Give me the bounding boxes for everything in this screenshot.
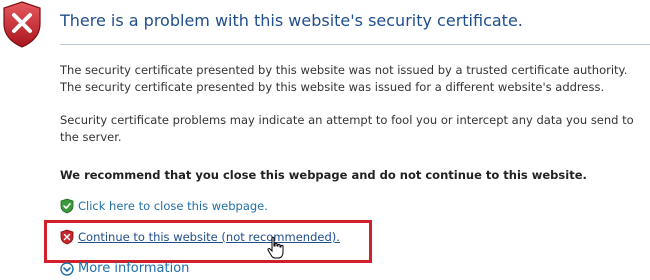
issue-address-mismatch: The security certificate presented by th…	[60, 80, 605, 94]
certificate-error-page: There is a problem with this website's s…	[0, 0, 650, 280]
more-information-row[interactable]: More information	[60, 261, 189, 276]
continue-website-row[interactable]: Continue to this website (not recommende…	[60, 229, 340, 245]
hand-pointer-icon	[267, 236, 284, 259]
green-check-shield-icon	[60, 198, 74, 214]
close-webpage-row[interactable]: Click here to close this webpage.	[60, 198, 268, 214]
risk-explanation-text: Security certificate problems may indica…	[60, 113, 634, 144]
page-title: There is a problem with this website's s…	[60, 11, 523, 30]
title-divider	[60, 44, 650, 45]
red-x-shield-icon	[60, 229, 74, 245]
error-shield-icon	[3, 1, 41, 48]
close-webpage-link[interactable]: Click here to close this webpage.	[78, 199, 268, 213]
recommendation-text: We recommend that you close this webpage…	[60, 168, 587, 182]
more-information-link[interactable]: More information	[78, 261, 189, 276]
continue-website-link[interactable]: Continue to this website (not recommende…	[78, 230, 340, 244]
chevron-down-circle-icon	[60, 261, 74, 276]
issue-untrusted-authority: The security certificate presented by th…	[60, 63, 628, 77]
certificate-issues-text: The security certificate presented by th…	[60, 62, 627, 96]
